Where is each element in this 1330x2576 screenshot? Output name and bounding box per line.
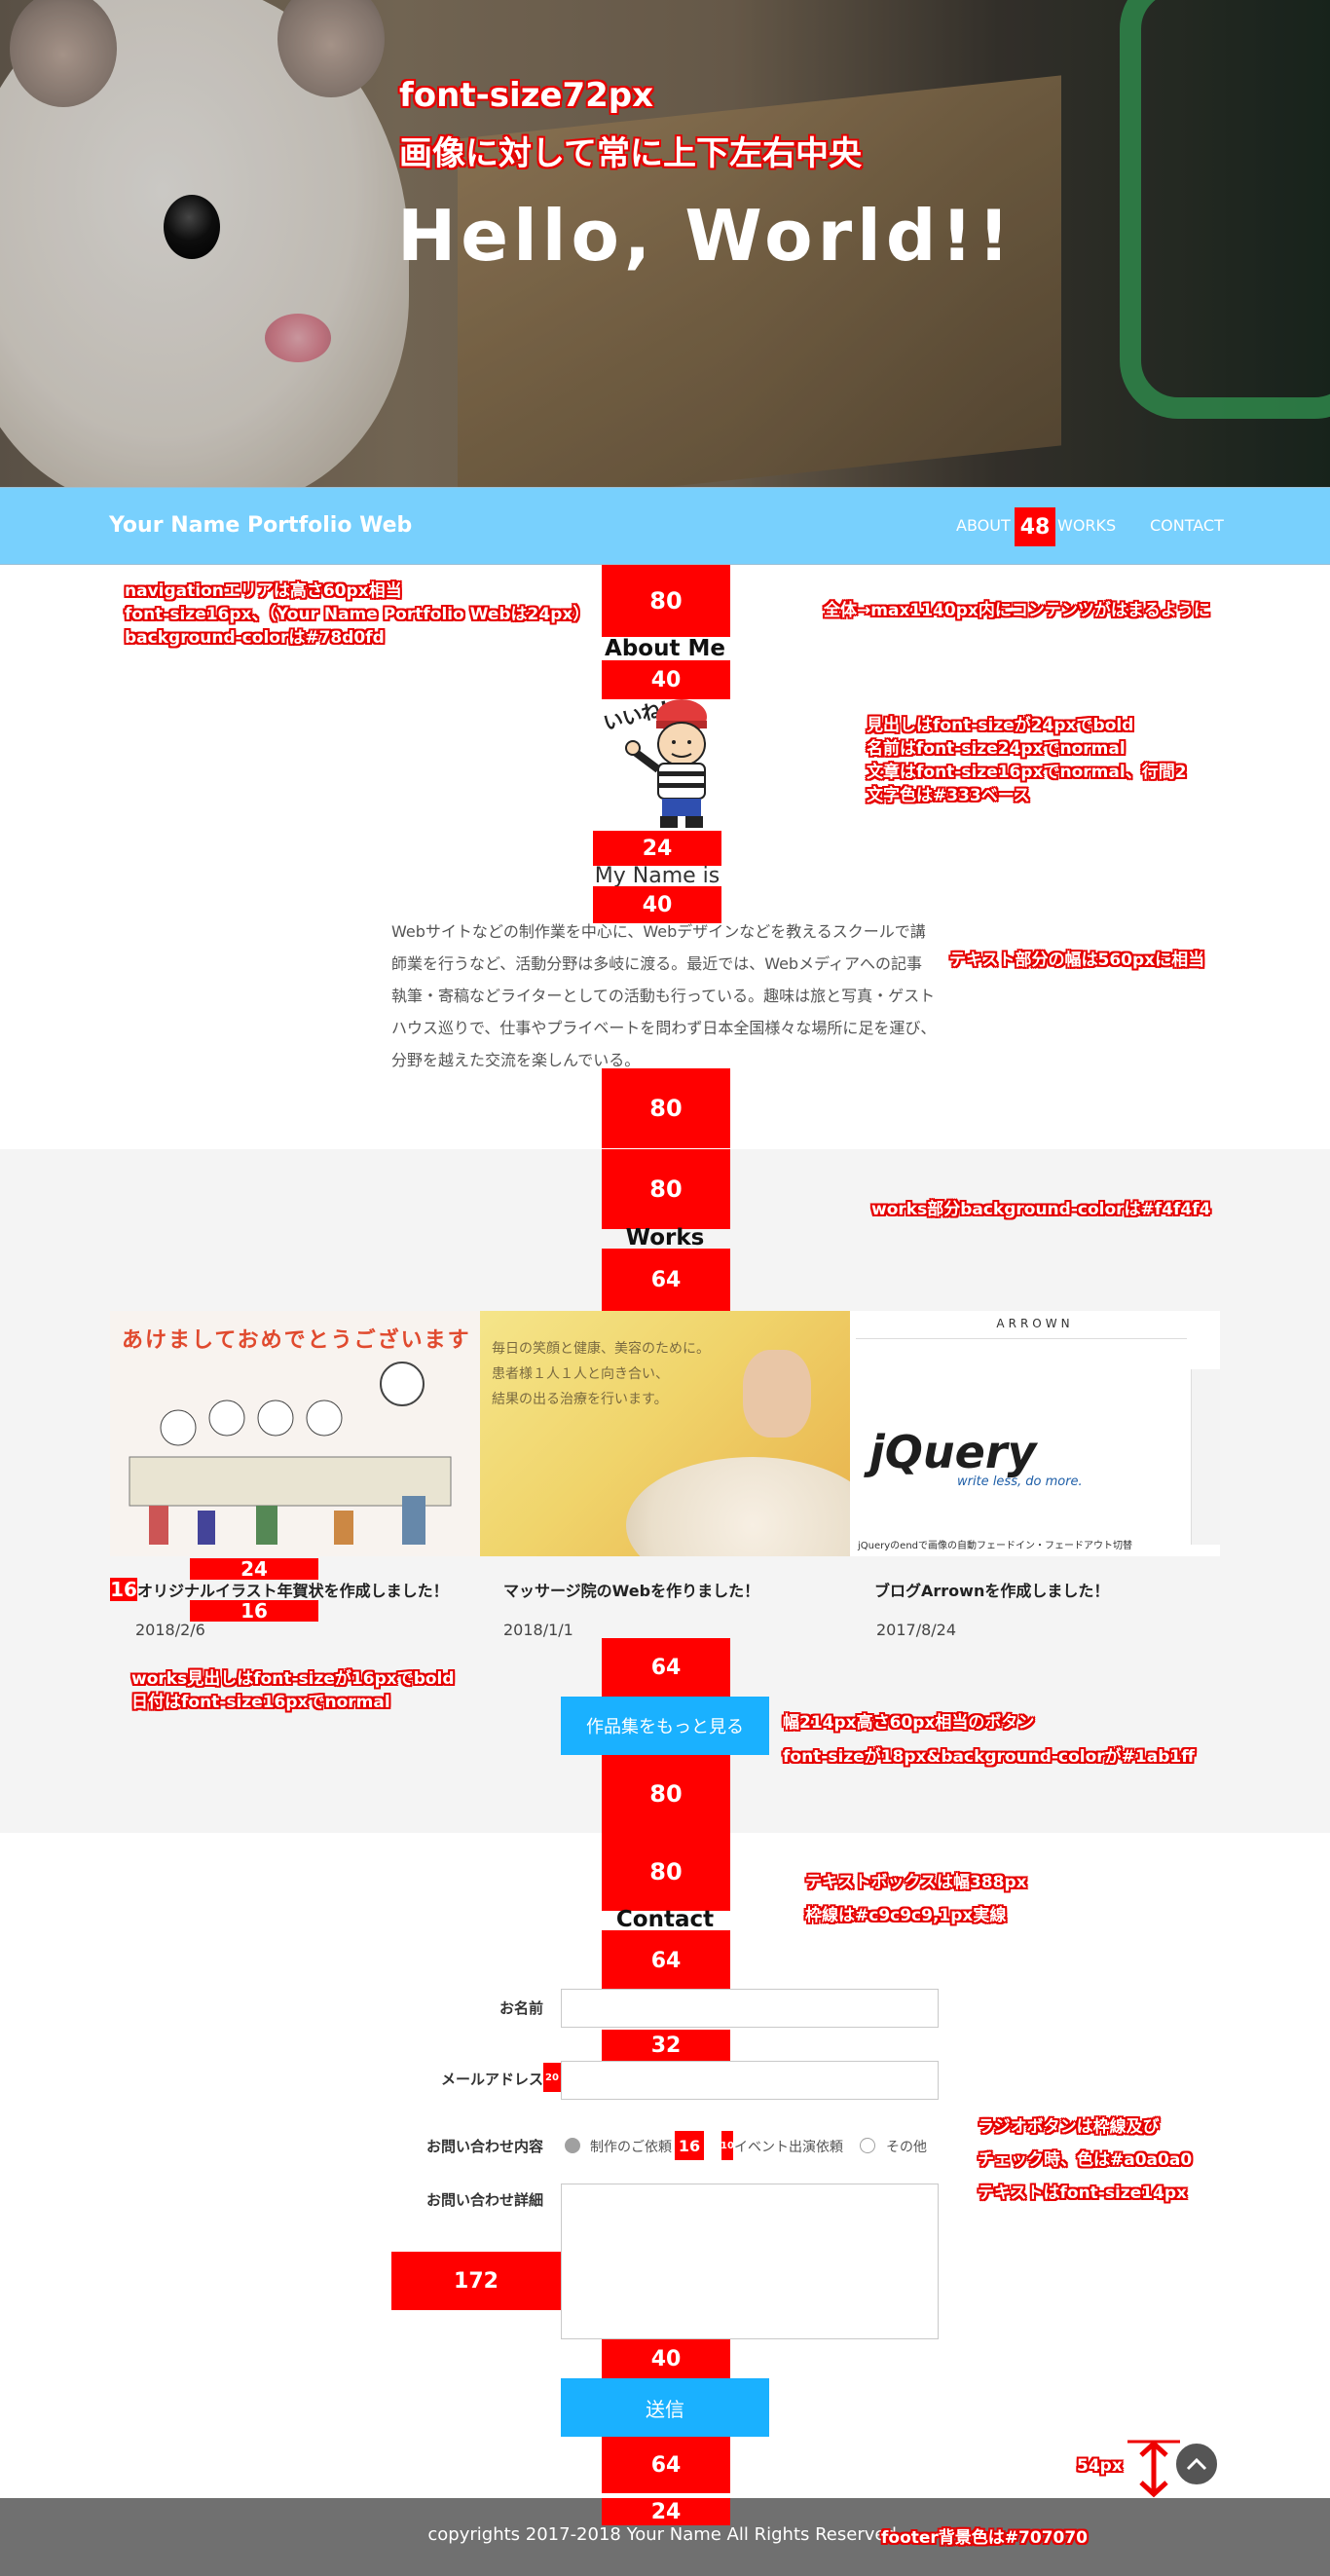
spacer-marker: 80 — [602, 565, 730, 637]
spacer-marker: 64 — [602, 2437, 730, 2493]
work-image-caption: jQueryのendで画像の自動フェードイン・フェードアウト切替 — [858, 1541, 1133, 1551]
spacer-marker: 172 — [391, 2252, 561, 2310]
work-image-text: ARROWN — [996, 1317, 1074, 1330]
annotation-radio-3: テキストはfont-size14px — [978, 2184, 1188, 2203]
radio-label[interactable]: イベント出演依頼 — [734, 2137, 843, 2156]
spacer-marker: 80 — [602, 1755, 730, 1833]
work-date: 2018/2/6 — [135, 1621, 205, 1639]
nav-link-about[interactable]: ABOUT — [956, 516, 1011, 535]
work-image-arrown[interactable]: ARROWN jQuery write less, do more. jQuer… — [850, 1311, 1220, 1556]
nav-link-contact[interactable]: CONTACT — [1150, 516, 1224, 535]
spacer-marker: 64 — [602, 1638, 730, 1697]
work-image-massage[interactable]: 毎日の笑顔と健康、美容のために。 患者様１人１人と向き合い、 結果の出る治療を行… — [480, 1311, 850, 1556]
profile-illustration: いいね! — [600, 696, 730, 832]
radio-label[interactable]: 制作のご依頼 — [590, 2137, 672, 2156]
annotation-about-1: 見出しはfont-sizeが24pxでbold — [867, 716, 1134, 735]
send-button[interactable]: 送信 — [561, 2378, 769, 2437]
spacer-marker: 40 — [602, 660, 730, 699]
work-image-illustration — [129, 1362, 452, 1545]
name-label: お名前 — [499, 1999, 543, 2017]
spacer-marker: 24 — [190, 1557, 318, 1581]
work-title[interactable]: ブログArrownを作成しました！ — [874, 1578, 1109, 1601]
annotation-text-width: テキスト部分の幅は560pxに相当 — [949, 951, 1205, 970]
annotation-works-title-2: 日付はfont-size16pxでnormal — [131, 1693, 390, 1712]
work-title[interactable]: オリジナルイラスト年賀状を作成しました！ — [137, 1578, 449, 1601]
navigation-bar: Your Name Portfolio Web ABOUT 48 WORKS C… — [0, 487, 1330, 565]
spacer-marker: 64 — [602, 1249, 730, 1311]
inquiry-detail-label: お問い合わせ詳細 — [425, 2191, 543, 2209]
annotation-about-2: 名前はfont-size24pxでnormal — [867, 739, 1126, 759]
spacer-marker: 16 — [110, 1578, 137, 1601]
email-input[interactable] — [561, 2061, 939, 2100]
work-date: 2018/1/1 — [503, 1621, 573, 1639]
annotation-radio-1: ラジオボタンは枠線及び — [978, 2117, 1160, 2137]
spacer-marker: 16 — [190, 1599, 318, 1623]
site-brand[interactable]: Your Name Portfolio Web — [109, 513, 412, 538]
spacer-marker: 24 — [602, 2498, 730, 2525]
back-to-top-button[interactable] — [1174, 2442, 1219, 2486]
radio-production[interactable] — [565, 2138, 580, 2153]
annotation-footer: footer背景色は#707070 — [881, 2528, 1089, 2548]
about-name: My Name is — [594, 864, 720, 888]
spacer-marker: 16 — [675, 2131, 704, 2160]
spacer-marker: 10 — [720, 2131, 734, 2160]
annotation-textbox-1: テキストボックスは幅388px — [805, 1873, 1027, 1892]
annotation-container: 全体→max1140px内にコンテンツがはまるように — [824, 601, 1210, 620]
email-label: メールアドレス — [440, 2071, 543, 2088]
about-title: About Me — [605, 636, 725, 661]
work-date: 2017/8/24 — [876, 1621, 957, 1639]
annotation-radio-2: チェック時、色は#a0a0a0 — [978, 2150, 1193, 2170]
annotation-totop: 54px — [1077, 2456, 1123, 2476]
spacer-marker: 20 — [543, 2063, 561, 2092]
annotation-button-1: 幅214px高さ60px相当のボタン — [783, 1713, 1035, 1733]
work-image-text: 毎日の笑顔と健康、美容のために。 患者様１人１人と向き合い、 結果の出る治療を行… — [492, 1341, 710, 1407]
nav-link-works[interactable]: WORKS — [1057, 516, 1116, 535]
annotation-nav-2: font-size16px、（Your Name Portfolio Webは2… — [125, 605, 590, 624]
hero-title: Hello, World!! — [397, 195, 1016, 277]
annotation-hero-center: 画像に対して常に上下左右中央 — [399, 134, 862, 173]
chevron-up-icon — [1186, 2457, 1207, 2471]
work-image-newyear[interactable]: あけましておめでとうございます — [110, 1311, 480, 1556]
hero-section: Hello, World!! font-size72px 画像に対して常に上下左… — [0, 0, 1330, 487]
spacer-marker: 80 — [602, 1068, 730, 1148]
inquiry-type-label: お問い合わせ内容 — [425, 2138, 543, 2155]
contact-title: Contact — [615, 1907, 715, 1932]
copyright-text: copyrights 2017-2018 Your Name All Right… — [427, 2524, 903, 2545]
radio-label[interactable]: その他 — [886, 2137, 927, 2156]
jquery-tagline: write less, do more. — [957, 1475, 1083, 1489]
spacer-marker: 80 — [602, 1833, 730, 1911]
spacer-marker-nav: 48 — [1015, 507, 1055, 546]
spacer-marker: 64 — [602, 1930, 730, 1991]
more-works-button[interactable]: 作品集をもっと見る — [561, 1697, 769, 1755]
about-text: Webサイトなどの制作業を中心に、Webデザインなどを教えるスクールで講師業を行… — [391, 922, 937, 1069]
annotation-button-2: font-sizeが18px&background-colorが#1ab1ff — [783, 1747, 1195, 1767]
spacer-marker: 32 — [602, 2030, 730, 2061]
work-card[interactable]: 毎日の笑顔と健康、美容のために。 患者様１人１人と向き合い、 結果の出る治療を行… — [480, 1311, 850, 1556]
inquiry-detail-textarea[interactable] — [561, 2184, 939, 2339]
annotation-about-4: 文字色は#333ベース — [867, 786, 1030, 805]
radio-other[interactable] — [860, 2138, 875, 2153]
spacer-marker: 80 — [602, 1149, 730, 1229]
work-title[interactable]: マッサージ院のWebを作りました！ — [503, 1578, 759, 1601]
work-card[interactable]: ARROWN jQuery write less, do more. jQuer… — [850, 1311, 1220, 1556]
annotation-works-title-1: works見出しはfont-sizeが16pxでbold — [131, 1669, 455, 1689]
jquery-logo: jQuery — [869, 1426, 1037, 1478]
spacer-marker: 40 — [602, 2339, 730, 2378]
work-card[interactable]: あけましておめでとうございます — [110, 1311, 480, 1556]
annotation-nav-3: background-colorは#78d0fd — [125, 628, 385, 648]
annotation-about-3: 文章はfont-size16pxでnormal、行間2 — [867, 763, 1187, 782]
spacer-marker: 24 — [593, 831, 721, 866]
annotation-textbox-2: 枠線は#c9c9c9,1px実線 — [805, 1906, 1007, 1925]
annotation-nav-1: navigationエリアは高さ60px相当 — [125, 581, 402, 601]
name-input[interactable] — [561, 1989, 939, 2028]
totop-size-marker — [1127, 2440, 1180, 2498]
works-title: Works — [625, 1225, 705, 1251]
annotation-hero-font: font-size72px — [399, 76, 654, 115]
annotation-works-bg: works部分background-colorは#f4f4f4 — [871, 1200, 1211, 1219]
